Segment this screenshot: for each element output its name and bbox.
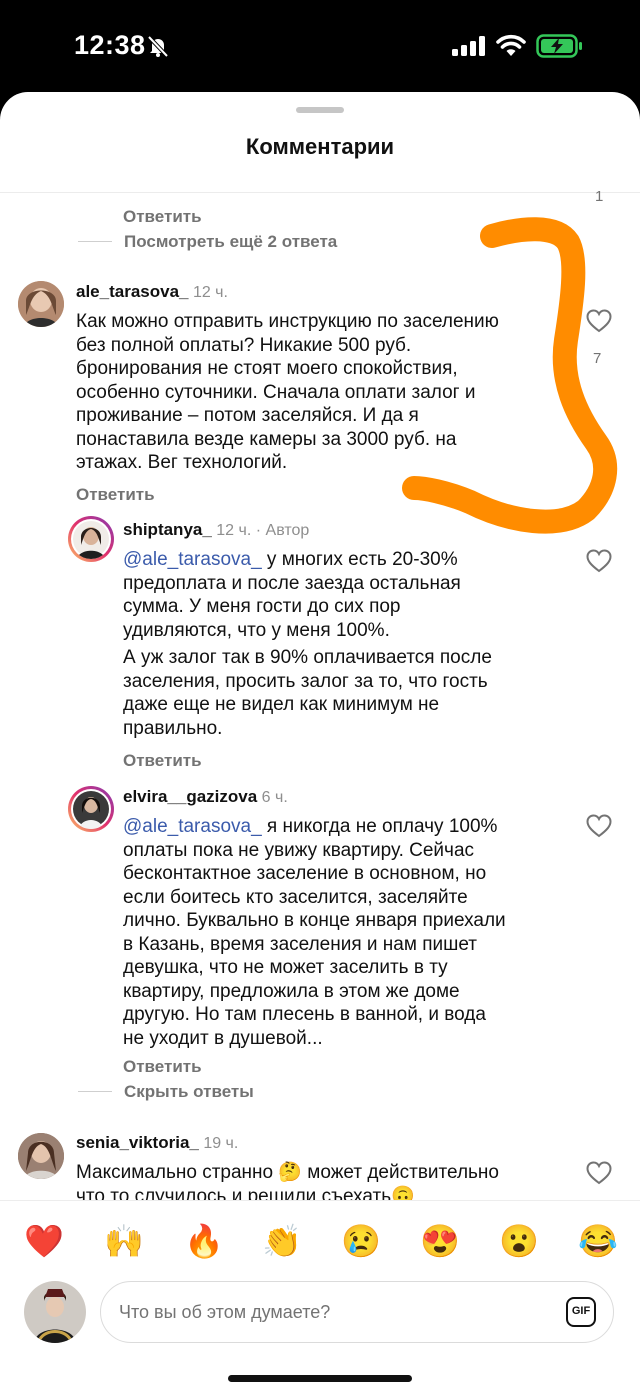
reply-button[interactable]: Ответить [123, 207, 202, 227]
comment-username[interactable]: senia_viktoria_ [76, 1133, 199, 1152]
reaction-clap[interactable]: 👏 [262, 1223, 302, 1259]
comment-time: 19 ч. [203, 1135, 239, 1152]
avatar-image [73, 521, 109, 559]
author-badge: Автор [265, 522, 310, 539]
wifi-icon [496, 34, 526, 56]
quick-reaction-bar: ❤️ 🙌 🔥 👏 😢 😍 😮 😂 [0, 1211, 640, 1273]
avatar-image [24, 1281, 86, 1343]
reply-button[interactable]: Ответить [123, 751, 202, 771]
comment-time: 12 ч. [192, 284, 228, 301]
reaction-fire[interactable]: 🔥 [184, 1223, 224, 1259]
home-indicator [228, 1375, 412, 1382]
avatar[interactable] [18, 1133, 64, 1179]
reaction-laughing[interactable]: 😂 [578, 1223, 618, 1259]
comment-header: shiptanya_ 12 ч. · Автор [123, 520, 309, 540]
heart-icon[interactable] [586, 549, 612, 573]
comment-text: @ale_tarasova_ у многих есть 20-30% пред… [123, 548, 563, 642]
comment-text: Как можно отправить инструкцию по заселе… [76, 311, 499, 473]
comment-header: elvira__gazizova 6 ч. [123, 787, 288, 807]
reply-button[interactable]: Ответить [76, 485, 155, 505]
comment-body: я никогда не оплачу 100% оплаты пока не … [123, 816, 506, 1049]
like-count: 7 [593, 350, 602, 367]
separator-dot: · [255, 522, 262, 539]
comment-username[interactable]: elvira__gazizova [123, 787, 257, 806]
avatar-image [18, 281, 64, 327]
heart-icon[interactable] [586, 814, 612, 838]
avatar-image [73, 791, 109, 829]
avatar [71, 789, 111, 829]
battery-charging-icon [536, 34, 582, 58]
story-ring[interactable] [68, 786, 114, 832]
view-more-replies-button[interactable]: Посмотреть ещё 2 ответа [124, 232, 337, 252]
heart-icon[interactable] [586, 1161, 612, 1185]
comments-sheet: Комментарии Ответить 1 Посмотреть ещё 2 … [0, 92, 640, 1391]
comment-text: Максимально странно 🤔 может действительн… [76, 1162, 499, 1200]
comment-username[interactable]: ale_tarasova_ [76, 282, 188, 301]
mention-link[interactable]: @ale_tarasova_ [123, 549, 262, 570]
status-time: 12:38 [74, 30, 146, 60]
reaction-heart[interactable]: ❤️ [24, 1223, 64, 1259]
reply-button[interactable]: Ответить [123, 1057, 202, 1077]
hide-replies-button[interactable]: Скрыть ответы [124, 1082, 254, 1102]
comment-username[interactable]: shiptanya_ [123, 520, 212, 539]
comment-text: @ale_tarasova_ я никогда не оплачу 100% … [123, 815, 563, 1050]
comment-time: 6 ч. [261, 789, 288, 806]
mention-link[interactable]: @ale_tarasova_ [123, 816, 262, 837]
reaction-heart-eyes[interactable]: 😍 [420, 1223, 460, 1259]
thread-line [78, 241, 112, 242]
avatar[interactable] [18, 281, 64, 327]
cellular-signal-icon [452, 36, 485, 56]
reaction-crying[interactable]: 😢 [341, 1223, 381, 1259]
reaction-raised-hands[interactable]: 🙌 [104, 1223, 144, 1259]
avatar [71, 519, 111, 559]
like-count: 1 [595, 188, 604, 205]
comment-input[interactable]: Что вы об этом думаете? GIF [100, 1281, 614, 1343]
comments-list[interactable]: Ответить 1 Посмотреть ещё 2 ответа ale_t… [0, 92, 640, 1200]
status-bar: 12:38 [0, 0, 640, 92]
story-ring[interactable] [68, 516, 114, 562]
gif-button[interactable]: GIF [566, 1297, 596, 1327]
heart-icon[interactable] [586, 309, 612, 333]
comment-input-placeholder: Что вы об этом думаете? [119, 1302, 331, 1322]
bell-slash-icon [147, 35, 169, 58]
reaction-surprised[interactable]: 😮 [499, 1223, 539, 1259]
comment-composer: ❤️ 🙌 🔥 👏 😢 😍 😮 😂 Что вы об этом думаете?… [0, 1200, 640, 1391]
comment-text-continued: А уж залог так в 90% оплачивается после … [123, 647, 492, 739]
current-user-avatar [24, 1281, 86, 1343]
thread-line [78, 1091, 112, 1092]
avatar-image [18, 1133, 64, 1179]
comment-time: 12 ч. [216, 522, 252, 539]
comment-header: ale_tarasova_ 12 ч. [76, 282, 228, 302]
comment-header: senia_viktoria_ 19 ч. [76, 1133, 238, 1153]
